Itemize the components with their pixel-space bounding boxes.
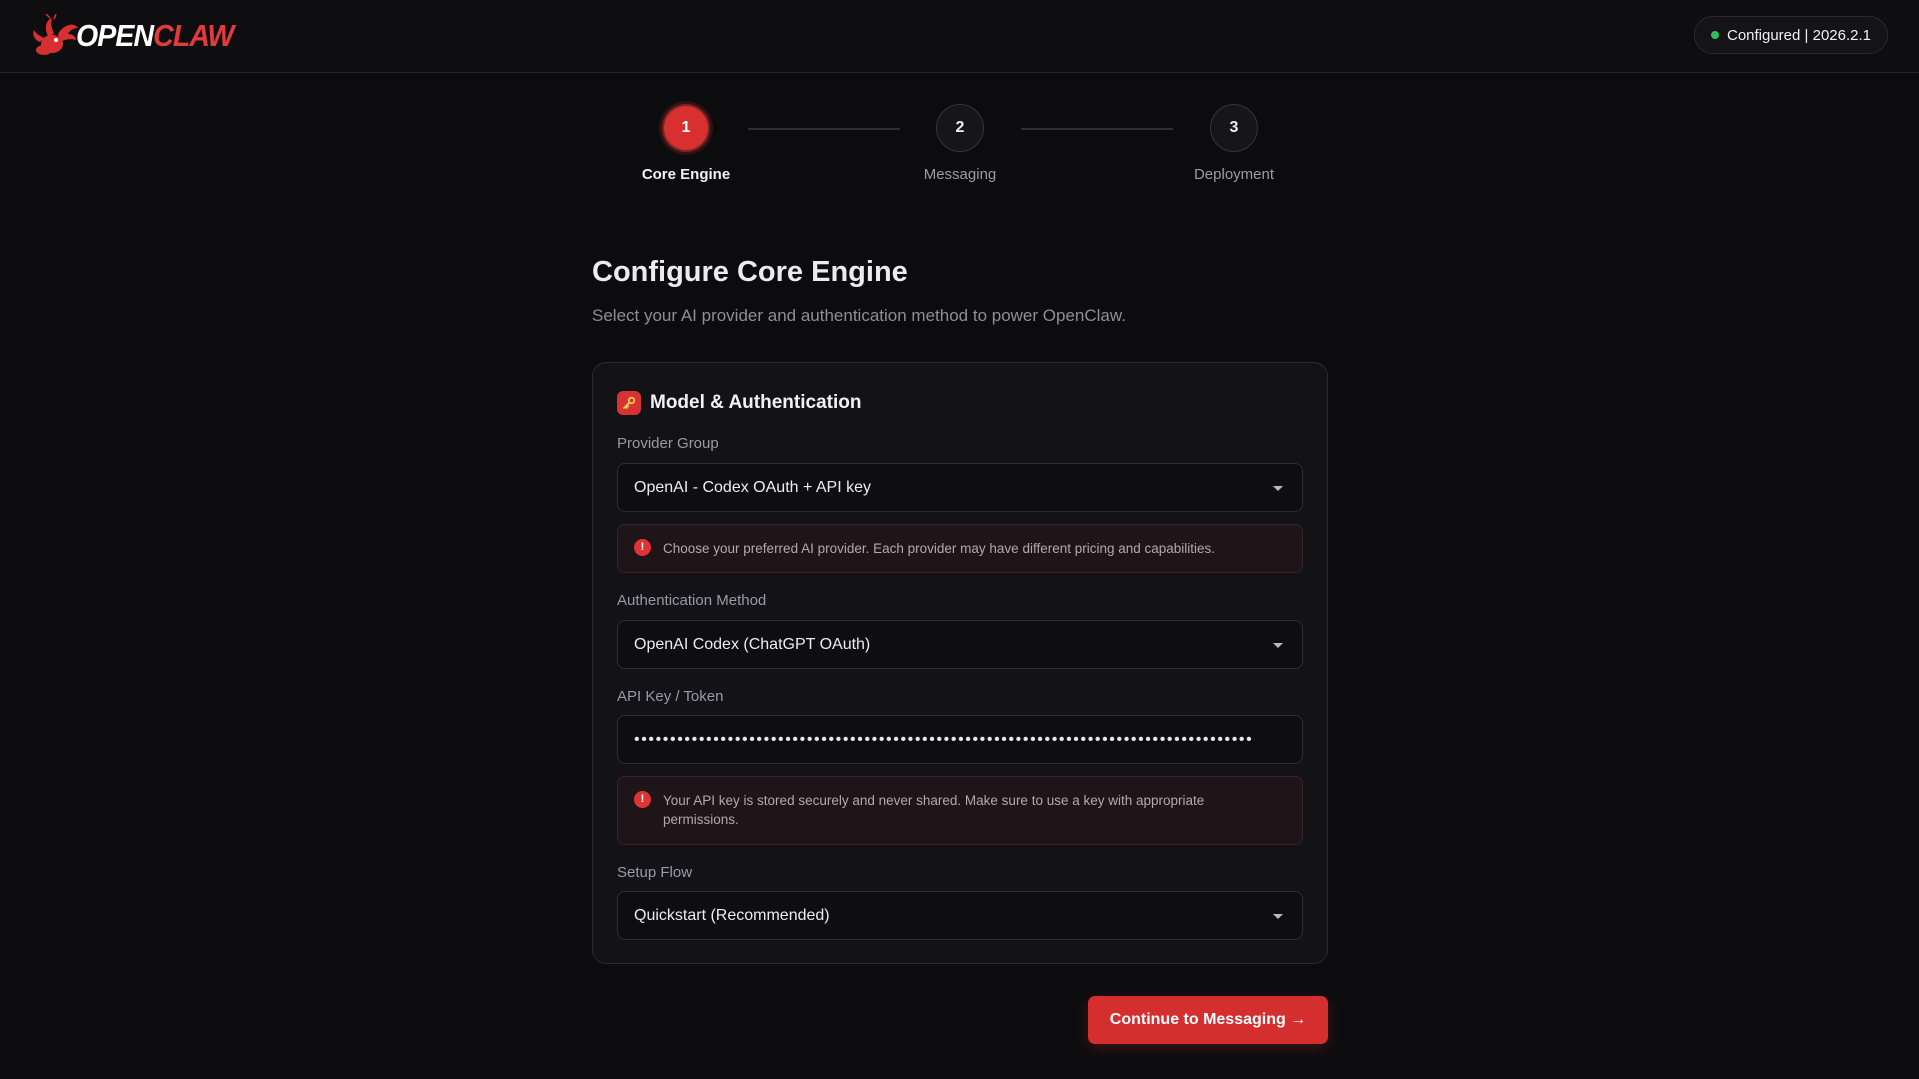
api-key-label: API Key / Token: [617, 688, 724, 705]
chevron-down-icon: [1273, 914, 1283, 919]
step-number: 3: [1210, 104, 1258, 152]
provider-group-label: Provider Group: [617, 435, 719, 452]
api-notice-text: Your API key is stored securely and neve…: [663, 793, 1205, 827]
openclaw-logo[interactable]: OPENCLAW: [30, 14, 247, 58]
status-badge: Configured | 2026.2.1: [1693, 16, 1888, 54]
setup-stepper: 1 Core Engine 2 Messaging 3 Deployment: [0, 104, 1919, 194]
continue-to-messaging-button[interactable]: Continue to Messaging →: [1088, 996, 1328, 1044]
alert-icon: !: [634, 791, 651, 808]
auth-method-select[interactable]: OpenAI Codex (ChatGPT OAuth): [617, 620, 1303, 669]
step-label: Messaging: [923, 166, 997, 183]
step-messaging[interactable]: 2 Messaging: [890, 104, 1030, 183]
provider-group-select[interactable]: OpenAI - Codex OAuth + API key: [617, 463, 1303, 512]
page-subtitle: Select your AI provider and authenticati…: [592, 306, 1126, 325]
setup-flow-select[interactable]: Quickstart (Recommended): [617, 891, 1303, 940]
chevron-down-icon: [1273, 643, 1283, 648]
key-icon: [617, 391, 641, 415]
step-label: Core Engine: [641, 166, 731, 183]
chevron-down-icon: [1273, 486, 1283, 491]
provider-notice-text: Choose your preferred AI provider. Each …: [663, 541, 1216, 556]
step-deployment[interactable]: 3 Deployment: [1164, 104, 1304, 183]
api-key-info-notice: ! Your API key is stored securely and ne…: [617, 776, 1303, 845]
auth-method-value: OpenAI Codex (ChatGPT OAuth): [634, 635, 871, 653]
step-number: 2: [936, 104, 984, 152]
status-text: Configured | 2026.2.1: [1726, 26, 1871, 44]
alert-icon: !: [634, 539, 651, 556]
logo-claw-text: CLAW: [153, 18, 234, 53]
provider-group-value: OpenAI - Codex OAuth + API key: [634, 478, 872, 496]
step-label: Deployment: [1193, 166, 1275, 183]
api-key-input[interactable]: ••••••••••••••••••••••••••••••••••••••••…: [617, 715, 1303, 764]
setup-flow-value: Quickstart (Recommended): [634, 906, 830, 924]
provider-info-notice: ! Choose your preferred AI provider. Eac…: [617, 524, 1303, 573]
step-connector: [1021, 128, 1173, 130]
step-connector: [748, 128, 900, 130]
step-core-engine[interactable]: 1 Core Engine: [616, 104, 756, 183]
card-title: Model & Authentication: [650, 392, 862, 413]
card-header: Model & Authentication: [617, 391, 861, 415]
lobster-logo-icon: [33, 14, 78, 55]
logo-wordmark: OPENCLAW: [76, 14, 234, 58]
logo-open-text: OPEN: [76, 18, 154, 53]
top-bar: OPENCLAW Configured | 2026.2.1: [0, 0, 1919, 73]
status-dot-icon: [1710, 31, 1719, 39]
setup-flow-label: Setup Flow: [617, 864, 693, 881]
auth-method-label: Authentication Method: [617, 592, 767, 609]
page-title: Configure Core Engine: [592, 256, 908, 288]
model-auth-card: Model & Authentication Provider Group Op…: [592, 362, 1328, 964]
step-number: 1: [662, 104, 710, 152]
